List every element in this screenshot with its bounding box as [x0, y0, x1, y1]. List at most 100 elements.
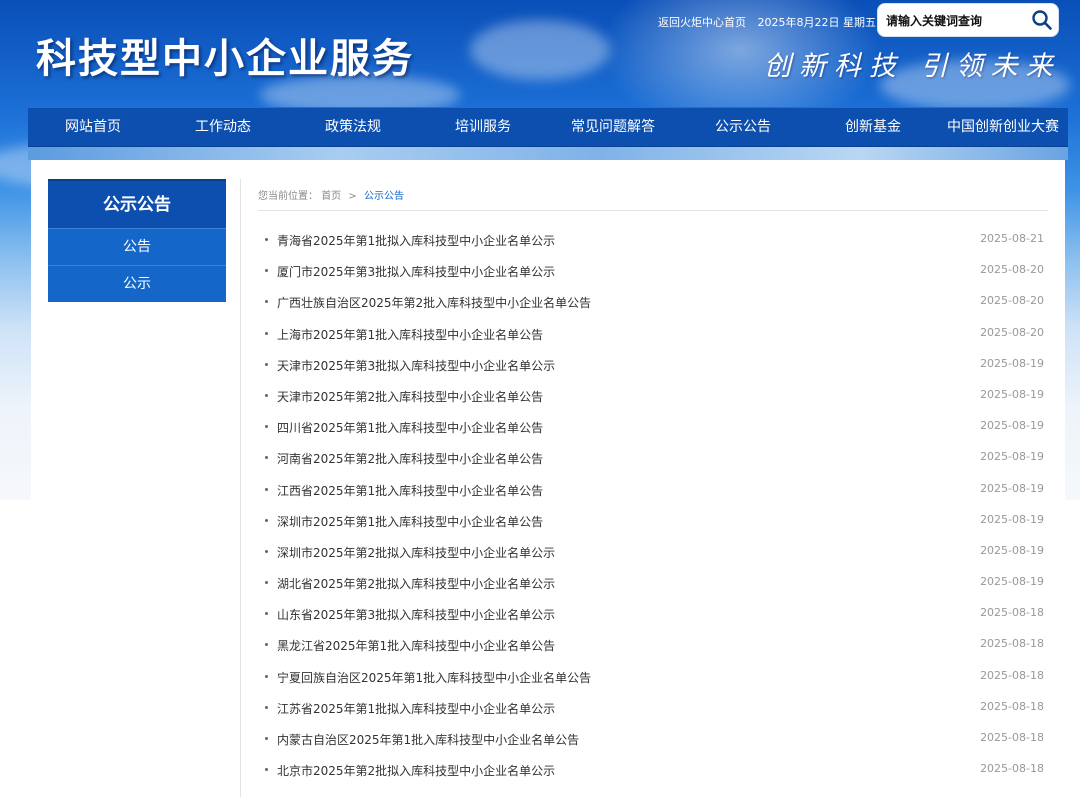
article-title-link[interactable]: 青海省2025年第1批拟入库科技型中小企业名单公示: [277, 232, 555, 249]
list-item: 厦门市2025年第3批拟入库科技型中小企业名单公示 2025-08-20: [258, 258, 1044, 289]
sidebar-title: 公示公告: [48, 179, 226, 228]
bullet-icon: [265, 581, 268, 585]
article-date: 2025-08-21: [980, 232, 1044, 245]
article-title-link[interactable]: 江苏省2025年第1批拟入库科技型中小企业名单公示: [277, 700, 555, 717]
site-title: 科技型中小企业服务: [36, 35, 414, 82]
article-date: 2025-08-18: [980, 762, 1044, 776]
list-item: 江西省2025年第1批入库科技型中小企业名单公告 2025-08-19: [258, 477, 1044, 508]
sidebar: 公示公告 公告 公示: [48, 179, 226, 302]
nav-item-competition[interactable]: 中国创新创业大赛: [938, 107, 1068, 147]
article-date: 2025-08-19: [980, 419, 1044, 433]
article-title-link[interactable]: 上海市2025年第1批入库科技型中小企业名单公告: [277, 326, 543, 343]
article-list: 青海省2025年第1批拟入库科技型中小企业名单公示 2025-08-21 厦门市20…: [258, 227, 1044, 788]
article-date: 2025-08-20: [980, 263, 1044, 277]
article-date: 2025-08-18: [980, 606, 1044, 620]
list-item: 上海市2025年第1批入库科技型中小企业名单公告 2025-08-20: [258, 321, 1044, 352]
nav-item-faq[interactable]: 常见问题解答: [548, 107, 678, 147]
bullet-icon: [265, 393, 268, 397]
list-item: 湖北省2025年第2批拟入库科技型中小企业名单公示 2025-08-19: [258, 570, 1044, 601]
nav-item-home[interactable]: 网站首页: [28, 107, 158, 147]
bullet-icon: [265, 238, 268, 241]
article-title-link[interactable]: 河南省2025年第2批入库科技型中小企业名单公告: [277, 450, 543, 467]
breadcrumb-current[interactable]: 公示公告: [364, 191, 404, 202]
article-title-link[interactable]: 天津市2025年第3批拟入库科技型中小企业名单公示: [277, 357, 555, 374]
list-item: 山东省2025年第3批拟入库科技型中小企业名单公示 2025-08-18: [258, 601, 1044, 632]
list-item: 四川省2025年第1批入库科技型中小企业名单公告 2025-08-19: [258, 414, 1044, 445]
nav-item-policy[interactable]: 政策法规: [288, 107, 418, 147]
list-item: 天津市2025年第3批拟入库科技型中小企业名单公示 2025-08-19: [258, 352, 1044, 383]
search-icon[interactable]: [1031, 9, 1053, 31]
current-date: 2025年8月22日 星期五: [757, 16, 877, 29]
list-item: 深圳市2025年第1批入库科技型中小企业名单公告 2025-08-19: [258, 508, 1044, 539]
sidebar-item-notice[interactable]: 公告: [48, 228, 226, 265]
article-title-link[interactable]: 内蒙古自治区2025年第1批入库科技型中小企业名单公告: [277, 731, 579, 748]
breadcrumb-label: 您当前位置：: [258, 191, 318, 202]
breadcrumb-separator: >: [348, 191, 357, 202]
bullet-icon: [265, 768, 268, 772]
nav-item-announcements[interactable]: 公示公告: [678, 107, 808, 147]
top-links: 返回火炬中心首页 2025年8月22日 星期五: [658, 14, 884, 30]
bullet-icon: [265, 674, 268, 678]
article-date: 2025-08-18: [980, 668, 1044, 682]
bullet-icon: [265, 612, 268, 616]
article-date: 2025-08-18: [980, 699, 1044, 713]
article-title-link[interactable]: 黑龙江省2025年第1批入库科技型中小企业名单公告: [277, 637, 555, 654]
bullet-icon: [265, 518, 268, 522]
bullet-icon: [265, 269, 268, 273]
list-item: 青海省2025年第1批拟入库科技型中小企业名单公示 2025-08-21: [258, 227, 1044, 258]
bullet-icon: [265, 737, 268, 740]
bullet-icon: [265, 487, 268, 491]
bullet-icon: [265, 643, 268, 647]
bullet-icon: [265, 425, 268, 429]
article-title-link[interactable]: 四川省2025年第1批入库科技型中小企业名单公告: [277, 419, 543, 436]
breadcrumb: 您当前位置： 首页 > 公示公告: [258, 187, 404, 202]
list-item: 深圳市2025年第2批拟入库科技型中小企业名单公示 2025-08-19: [258, 539, 1044, 570]
article-title-link[interactable]: 宁夏回族自治区2025年第1批入库科技型中小企业名单公告: [277, 669, 591, 686]
search-box: [877, 3, 1059, 37]
list-item: 内蒙古自治区2025年第1批入库科技型中小企业名单公告 2025-08-18: [258, 726, 1044, 757]
article-title-link[interactable]: 广西壮族自治区2025年第2批入库科技型中小企业名单公告: [277, 294, 591, 311]
article-date: 2025-08-20: [980, 325, 1044, 339]
breadcrumb-divider: [258, 210, 1048, 211]
article-date: 2025-08-19: [980, 543, 1044, 557]
article-date: 2025-08-19: [980, 450, 1044, 464]
article-date: 2025-08-20: [980, 294, 1044, 308]
article-title-link[interactable]: 北京市2025年第2批拟入库科技型中小企业名单公示: [277, 762, 555, 779]
article-title-link[interactable]: 厦门市2025年第3批拟入库科技型中小企业名单公示: [277, 263, 555, 280]
article-title-link[interactable]: 江西省2025年第1批入库科技型中小企业名单公告: [277, 482, 543, 499]
search-input[interactable]: [886, 11, 1024, 31]
article-title-link[interactable]: 深圳市2025年第1批入库科技型中小企业名单公告: [277, 513, 543, 530]
bullet-icon: [265, 549, 268, 553]
sidebar-item-public-notice[interactable]: 公示: [48, 265, 226, 302]
list-item: 宁夏回族自治区2025年第1批入库科技型中小企业名单公告 2025-08-18: [258, 664, 1044, 695]
list-item: 江苏省2025年第1批拟入库科技型中小企业名单公示 2025-08-18: [258, 695, 1044, 726]
column-divider: [240, 179, 241, 797]
nav-item-work-news[interactable]: 工作动态: [158, 107, 288, 147]
article-title-link[interactable]: 天津市2025年第2批入库科技型中小企业名单公告: [277, 388, 543, 405]
nav-item-training[interactable]: 培训服务: [418, 107, 548, 147]
main-nav: 网站首页 工作动态 政策法规 培训服务 常见问题解答 公示公告 创新基金 中国创…: [28, 107, 1068, 147]
list-item: 河南省2025年第2批入库科技型中小企业名单公告 2025-08-19: [258, 445, 1044, 476]
article-date: 2025-08-19: [980, 481, 1044, 495]
bullet-icon: [265, 331, 268, 335]
bullet-icon: [265, 362, 268, 366]
article-date: 2025-08-19: [980, 387, 1044, 401]
article-date: 2025-08-19: [980, 575, 1044, 589]
bullet-icon: [265, 300, 268, 304]
list-item: 天津市2025年第2批入库科技型中小企业名单公告 2025-08-19: [258, 383, 1044, 414]
bullet-icon: [265, 456, 268, 460]
return-home-link[interactable]: 返回火炬中心首页: [658, 16, 746, 29]
list-item: 北京市2025年第2批拟入库科技型中小企业名单公示 2025-08-18: [258, 757, 1044, 788]
site-slogan: 创新科技 引领未来: [764, 51, 1061, 82]
article-title-link[interactable]: 湖北省2025年第2批拟入库科技型中小企业名单公示: [277, 575, 555, 592]
nav-item-innovation-fund[interactable]: 创新基金: [808, 107, 938, 147]
article-date: 2025-08-19: [980, 512, 1044, 526]
article-title-link[interactable]: 深圳市2025年第2批拟入库科技型中小企业名单公示: [277, 544, 555, 561]
content-panel: 公示公告 公告 公示 您当前位置： 首页 > 公示公告 青海省2025年第1批拟…: [31, 160, 1065, 797]
bullet-icon: [265, 705, 268, 709]
list-item: 黑龙江省2025年第1批入库科技型中小企业名单公告 2025-08-18: [258, 632, 1044, 663]
article-title-link[interactable]: 山东省2025年第3批拟入库科技型中小企业名单公示: [277, 606, 555, 623]
article-date: 2025-08-18: [980, 731, 1044, 744]
breadcrumb-home[interactable]: 首页: [321, 191, 341, 202]
site-header: 科技型中小企业服务 返回火炬中心首页 2025年8月22日 星期五 创新科技 引…: [0, 0, 1080, 108]
